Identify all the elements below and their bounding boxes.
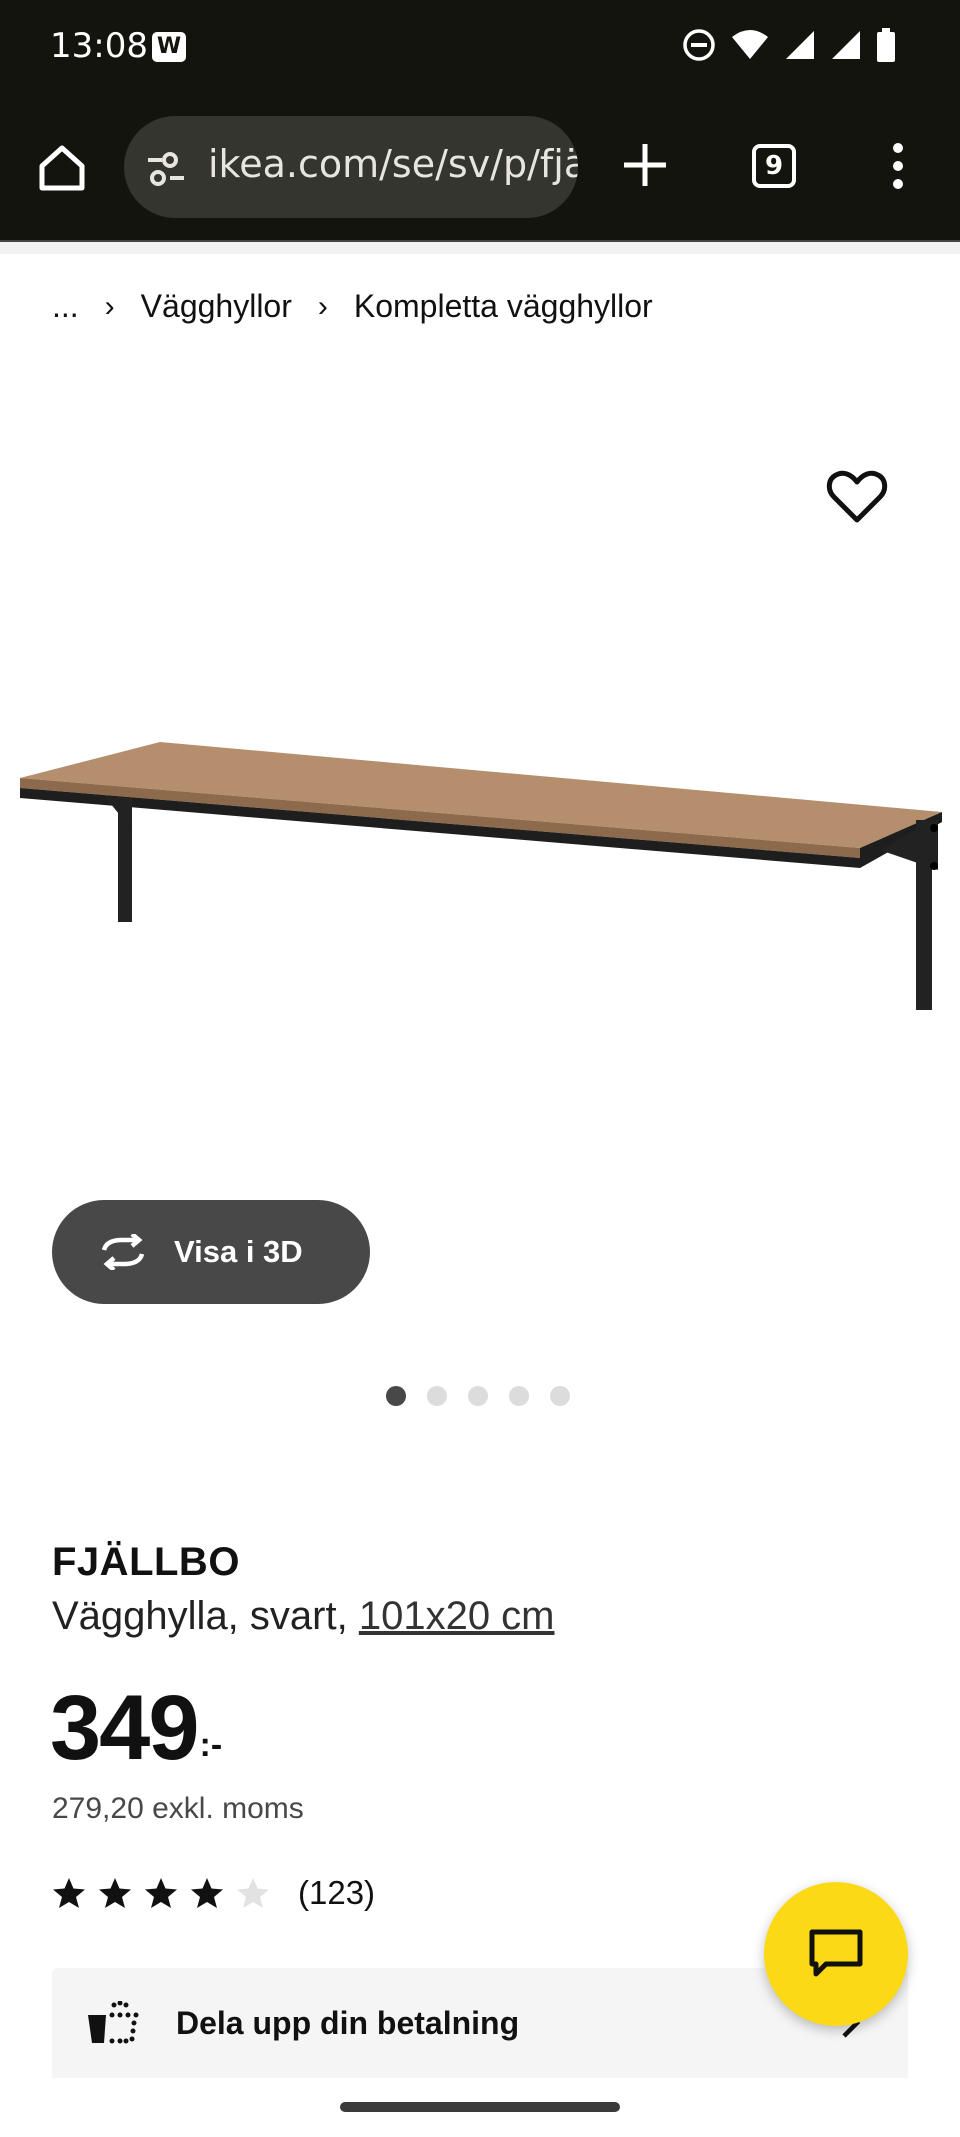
- price-integer: 349: [50, 1677, 199, 1779]
- app-notification-icon: W: [152, 32, 186, 62]
- price-ex-vat: 279,20 exkl. moms: [52, 1792, 304, 1825]
- breadcrumb-item-complete-wall-shelves[interactable]: Kompletta vägghyllor: [354, 288, 653, 325]
- signal-icon: [786, 31, 814, 59]
- view-in-3d-label: Visa i 3D: [174, 1234, 303, 1269]
- view-in-3d-button[interactable]: Visa i 3D: [52, 1200, 370, 1304]
- url-bar[interactable]: ikea.com/se/sv/p/fjällbo: [124, 116, 578, 218]
- breadcrumb-item-wall-shelves[interactable]: Vägghyllor: [141, 288, 292, 325]
- gesture-home-indicator[interactable]: [340, 2102, 620, 2112]
- chat-bubble-icon: [809, 1929, 863, 1977]
- product-dimensions-link[interactable]: 101x20 cm: [359, 1594, 555, 1638]
- star-filled-icon: [99, 1878, 131, 1908]
- wifi-icon: [732, 30, 768, 59]
- page-top-divider: [0, 240, 960, 254]
- product-description: Vägghylla, svart, 101x20 cm: [52, 1594, 555, 1639]
- carousel-dot[interactable]: [468, 1386, 488, 1406]
- site-settings-icon: [148, 152, 184, 186]
- product-price: 349 :-: [50, 1678, 222, 1778]
- star-filled-icon: [191, 1878, 223, 1908]
- price-suffix: :-: [199, 1726, 223, 1764]
- shopping-bag-dotted-icon: [88, 2001, 139, 2044]
- tab-switcher-button[interactable]: 9: [752, 144, 796, 188]
- star-empty-icon: [237, 1878, 269, 1908]
- carousel-dots: [386, 1386, 570, 1406]
- breadcrumb-ellipsis[interactable]: ...: [52, 288, 79, 325]
- chevron-right-icon: ›: [317, 289, 328, 323]
- carousel-dot[interactable]: [386, 1386, 406, 1406]
- do-not-disturb-icon: [683, 29, 715, 61]
- breadcrumb: ... › Vägghyllor › Kompletta vägghyllor: [52, 288, 653, 325]
- status-icons: [682, 28, 896, 62]
- chevron-right-icon: ›: [104, 289, 115, 323]
- signal-icon: [832, 31, 860, 59]
- product-description-text: Vägghylla, svart,: [52, 1594, 359, 1638]
- battery-icon: [877, 28, 895, 62]
- carousel-dot[interactable]: [509, 1386, 529, 1406]
- star-filled-icon: [53, 1878, 85, 1908]
- review-count: (123): [298, 1874, 376, 1911]
- carousel-dot[interactable]: [427, 1386, 447, 1406]
- favorite-heart-icon[interactable]: [826, 470, 888, 526]
- carousel-dot[interactable]: [550, 1386, 570, 1406]
- split-payment-label: Dela upp din betalning: [176, 2004, 520, 2041]
- chat-button[interactable]: [764, 1882, 908, 2026]
- product-rating[interactable]: (123): [52, 1874, 375, 1912]
- rotate-3d-icon: [101, 1234, 145, 1270]
- new-tab-icon[interactable]: [620, 140, 670, 190]
- product-image: [20, 742, 942, 1010]
- home-icon: [39, 145, 85, 191]
- more-menu-icon[interactable]: [880, 140, 916, 192]
- home-button[interactable]: [30, 136, 94, 200]
- star-filled-icon: [145, 1878, 177, 1908]
- browser-chrome: 13:08 W ikea.com/se/sv/p/fjällbo 9: [0, 0, 960, 240]
- url-text: ikea.com/se/sv/p/fjällbo: [208, 142, 578, 186]
- product-brand: FJÄLLBO: [52, 1540, 240, 1584]
- status-time: 13:08: [50, 26, 148, 66]
